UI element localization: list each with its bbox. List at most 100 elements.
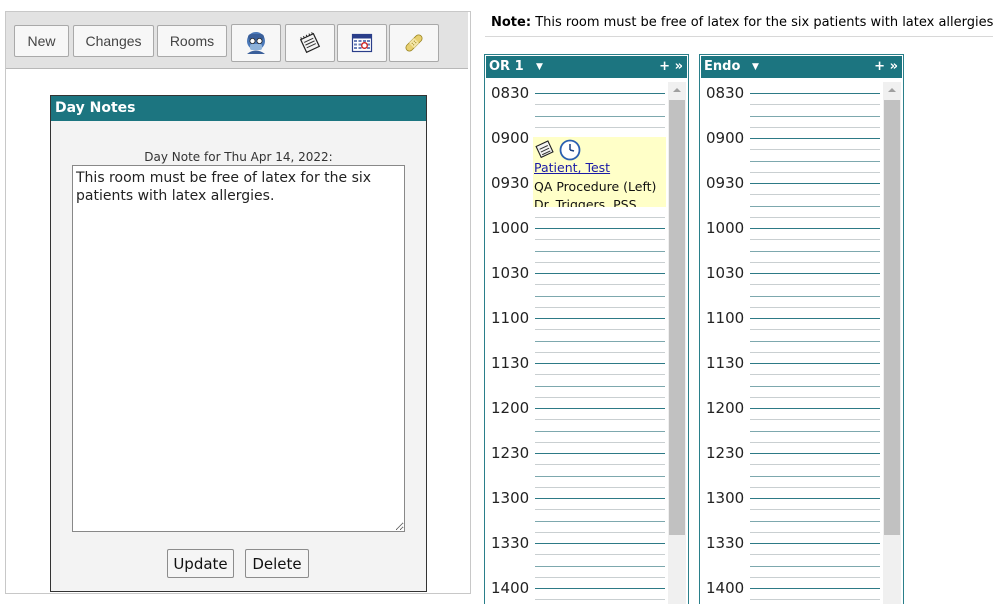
scroll-up-icon[interactable] — [883, 82, 901, 98]
time-slot[interactable] — [535, 228, 665, 229]
time-slot[interactable] — [535, 464, 665, 465]
update-button[interactable]: Update — [167, 549, 234, 578]
time-slot[interactable] — [535, 296, 665, 297]
time-slot[interactable] — [535, 104, 665, 105]
surgeon-button[interactable] — [231, 24, 281, 62]
time-slot[interactable] — [535, 318, 665, 319]
scroll-thumb[interactable] — [884, 100, 900, 535]
time-slot[interactable] — [750, 554, 880, 555]
time-slot[interactable] — [750, 408, 880, 409]
time-slot[interactable] — [750, 138, 880, 139]
room-title-or1[interactable]: OR 1 — [489, 56, 524, 78]
clock-icon[interactable] — [559, 139, 581, 161]
time-slot[interactable] — [750, 464, 880, 465]
time-slot[interactable] — [535, 251, 665, 252]
time-slot[interactable] — [535, 93, 665, 94]
time-slot[interactable] — [535, 577, 665, 578]
time-slot[interactable] — [535, 588, 665, 589]
room-title-endo[interactable]: Endo — [704, 56, 740, 78]
time-slot[interactable] — [535, 509, 665, 510]
time-slot[interactable] — [535, 386, 665, 387]
time-slot[interactable] — [535, 262, 665, 263]
time-slot[interactable] — [535, 442, 665, 443]
room-scrollbar-endo[interactable] — [883, 82, 901, 604]
time-slot[interactable] — [535, 476, 665, 477]
bandage-button[interactable] — [389, 24, 439, 62]
time-slot[interactable] — [750, 341, 880, 342]
notes-button[interactable] — [285, 24, 335, 62]
chevron-down-icon[interactable]: ▼ — [752, 56, 759, 78]
time-slot[interactable] — [535, 554, 665, 555]
time-slot[interactable] — [750, 116, 880, 117]
scroll-up-icon[interactable] — [668, 82, 686, 98]
new-button[interactable]: New — [14, 25, 69, 57]
time-slot[interactable] — [535, 498, 665, 499]
time-slot[interactable] — [750, 284, 880, 285]
time-slot[interactable] — [750, 476, 880, 477]
time-slot[interactable] — [750, 149, 880, 150]
time-slot[interactable] — [750, 318, 880, 319]
time-slot[interactable] — [750, 273, 880, 274]
time-slot[interactable] — [750, 374, 880, 375]
time-slot[interactable] — [535, 487, 665, 488]
time-slot[interactable] — [750, 419, 880, 420]
time-slot[interactable] — [750, 93, 880, 94]
time-slot[interactable] — [750, 566, 880, 567]
chevron-down-icon[interactable]: ▼ — [536, 56, 543, 78]
time-slot[interactable] — [750, 352, 880, 353]
time-slot[interactable] — [750, 509, 880, 510]
time-slot[interactable] — [750, 161, 880, 162]
time-slot[interactable] — [535, 284, 665, 285]
time-slot[interactable] — [535, 431, 665, 432]
room-actions-or1[interactable]: + » — [659, 56, 683, 78]
time-slot[interactable] — [750, 329, 880, 330]
time-slot[interactable] — [535, 397, 665, 398]
time-slot[interactable] — [750, 262, 880, 263]
time-slot[interactable] — [750, 217, 880, 218]
calendar-button[interactable] — [337, 24, 387, 62]
time-slot[interactable] — [750, 532, 880, 533]
time-slot[interactable] — [535, 307, 665, 308]
time-slot[interactable] — [750, 228, 880, 229]
notepad-icon[interactable] — [535, 139, 555, 159]
time-slot[interactable] — [750, 183, 880, 184]
time-slot[interactable] — [535, 453, 665, 454]
time-slot[interactable] — [535, 116, 665, 117]
time-slot[interactable] — [750, 431, 880, 432]
time-slot[interactable] — [750, 521, 880, 522]
time-slot[interactable] — [750, 577, 880, 578]
time-slot[interactable] — [535, 239, 665, 240]
room-scrollbar-or1[interactable] — [668, 82, 686, 604]
time-slot[interactable] — [750, 397, 880, 398]
time-slot[interactable] — [535, 374, 665, 375]
time-slot[interactable] — [535, 532, 665, 533]
rooms-button[interactable]: Rooms — [157, 25, 227, 57]
time-slot[interactable] — [750, 206, 880, 207]
time-slot[interactable] — [750, 307, 880, 308]
time-slot[interactable] — [750, 194, 880, 195]
time-slot[interactable] — [535, 599, 665, 600]
scroll-thumb[interactable] — [669, 100, 685, 535]
case-block[interactable]: Patient, Test QA Procedure (Left) Dr. Tr… — [533, 137, 666, 207]
case-patient-link[interactable]: Patient, Test — [534, 160, 610, 175]
time-slot[interactable] — [535, 341, 665, 342]
time-slot[interactable] — [750, 386, 880, 387]
time-slot[interactable] — [750, 296, 880, 297]
time-slot[interactable] — [535, 217, 665, 218]
time-slot[interactable] — [750, 251, 880, 252]
time-slot[interactable] — [535, 408, 665, 409]
time-slot[interactable] — [750, 487, 880, 488]
time-slot[interactable] — [750, 239, 880, 240]
time-slot[interactable] — [535, 273, 665, 274]
time-slot[interactable] — [750, 588, 880, 589]
time-slot[interactable] — [535, 363, 665, 364]
time-slot[interactable] — [750, 599, 880, 600]
time-slot[interactable] — [750, 442, 880, 443]
time-slot[interactable] — [750, 127, 880, 128]
time-slot[interactable] — [535, 127, 665, 128]
day-note-textarea[interactable] — [72, 165, 405, 532]
time-slot[interactable] — [750, 363, 880, 364]
delete-button[interactable]: Delete — [245, 549, 309, 578]
time-slot[interactable] — [750, 543, 880, 544]
time-slot[interactable] — [535, 329, 665, 330]
